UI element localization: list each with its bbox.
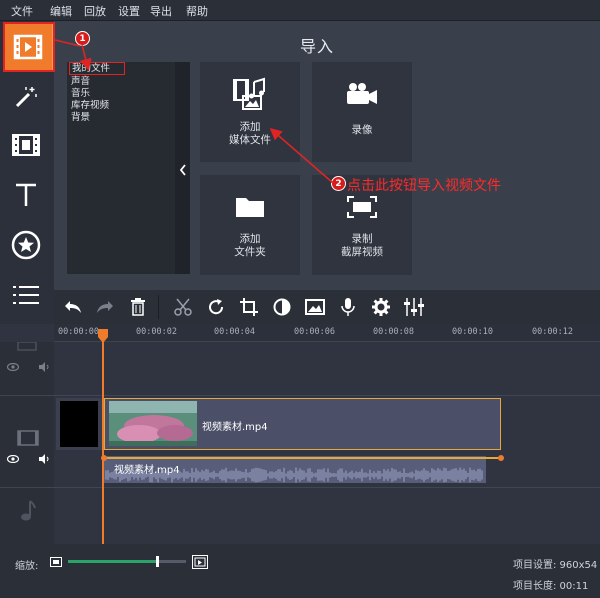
zoom-in-icon[interactable]	[192, 555, 208, 569]
music-note-icon	[21, 500, 36, 521]
color-adjust-button[interactable]	[268, 295, 296, 319]
contrast-icon	[273, 298, 291, 316]
film-track-icon	[17, 430, 39, 446]
microphone-icon	[341, 298, 355, 316]
record-audio-button[interactable]	[334, 295, 362, 319]
ruler-tick: 00:00:06	[294, 327, 335, 337]
clip-thumbnail	[109, 401, 197, 446]
eye-icon[interactable]	[7, 455, 19, 463]
transition-slot[interactable]	[56, 398, 102, 450]
image-button[interactable]	[301, 295, 329, 319]
picture-icon	[305, 299, 325, 315]
eye-icon[interactable]	[7, 363, 19, 371]
split-button[interactable]	[169, 295, 197, 319]
crop-button[interactable]	[235, 295, 263, 319]
playhead-handle[interactable]	[98, 329, 108, 343]
zoom-slider[interactable]	[68, 556, 186, 567]
ruler-tick: 00:00:12	[532, 327, 573, 337]
edit-toolbar	[54, 290, 600, 324]
zoom-slider-fill	[68, 560, 157, 563]
annotation-arrows	[54, 39, 334, 184]
speaker-icon[interactable]	[38, 454, 50, 464]
undo-icon	[65, 301, 81, 313]
equalizer-button[interactable]	[400, 295, 428, 319]
undo-button[interactable]	[59, 295, 87, 319]
toolbar-divider	[158, 295, 159, 319]
ruler-tick: 00:00:04	[214, 327, 255, 337]
volume-line[interactable]	[104, 457, 502, 459]
overlay-track-icon	[17, 342, 37, 351]
ruler-tick: 00:00:00	[58, 327, 99, 337]
clip-properties-button[interactable]	[367, 295, 395, 319]
ruler-tick: 00:00:08	[373, 327, 414, 337]
speaker-icon[interactable]	[38, 362, 50, 372]
sliders-icon	[404, 298, 424, 316]
redo-button[interactable]	[91, 295, 119, 319]
volume-keyframe[interactable]	[498, 455, 504, 461]
status-bar: 缩放: 项目设置: 960x54 项目长度: 00:11	[0, 544, 600, 598]
scissors-icon	[174, 298, 192, 316]
redo-icon	[97, 301, 113, 313]
video-clip[interactable]: 视频素材.mp4	[104, 398, 501, 450]
gear-icon	[372, 298, 390, 316]
track-divider	[0, 487, 600, 488]
crop-icon	[240, 298, 258, 316]
ruler-tick: 00:00:10	[452, 327, 493, 337]
delete-button[interactable]	[124, 295, 152, 319]
zoom-slider-thumb[interactable]	[155, 556, 159, 567]
timeline-ruler[interactable]: 00:00:00 00:00:02 00:00:04 00:00:06 00:0…	[54, 324, 600, 342]
trash-icon	[131, 298, 145, 316]
rotate-button[interactable]	[202, 295, 230, 319]
audio-clip-name: 视频素材.mp4	[114, 465, 180, 476]
project-settings: 项目设置: 960x54	[513, 560, 598, 571]
zoom-out-icon[interactable]	[50, 557, 62, 567]
audio-clip[interactable]: 视频素材.mp4	[104, 456, 486, 483]
project-length: 项目长度: 00:11	[513, 581, 589, 592]
zoom-label: 缩放:	[15, 561, 39, 572]
ruler-tick: 00:00:02	[136, 327, 177, 337]
playhead[interactable]	[102, 330, 104, 544]
video-clip-name: 视频素材.mp4	[202, 422, 268, 433]
rotate-icon	[209, 299, 224, 315]
track-divider	[0, 395, 600, 396]
